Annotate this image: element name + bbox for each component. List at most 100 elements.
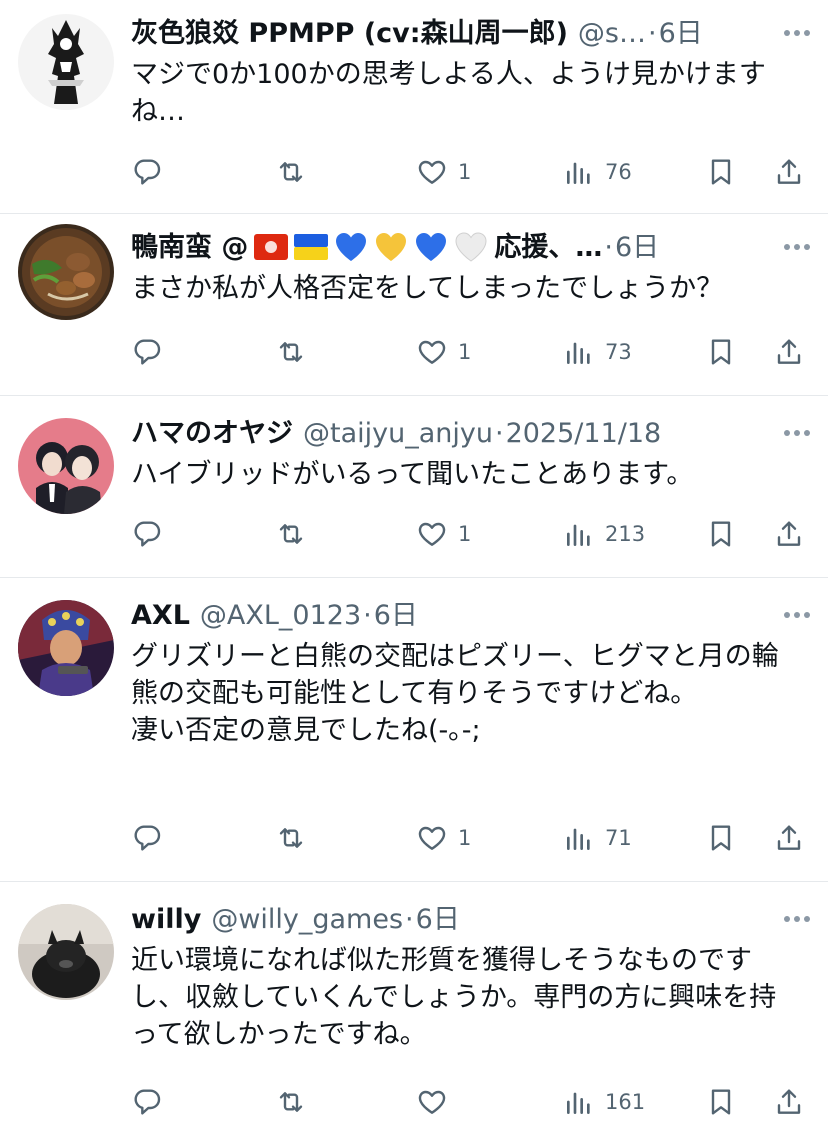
display-name-suffix[interactable]: 応援、… (494, 228, 602, 268)
share-icon (773, 518, 805, 550)
user-handle[interactable]: @s… (578, 14, 646, 54)
more-dots-icon[interactable] (770, 600, 810, 630)
views-bar-chart-icon (563, 518, 595, 550)
reply-feed: 灰色狼㸚 PPMPP (cv:森山周一郎) @s… · 6日 マジで0か100か… (0, 0, 828, 1138)
share-icon (773, 336, 805, 368)
views-button[interactable]: 71 (563, 818, 632, 858)
retweet-button[interactable] (275, 332, 307, 372)
action-bar: 1 213 (131, 514, 810, 554)
blue-heart-icon (416, 232, 447, 261)
display-name[interactable]: AXL (131, 596, 190, 636)
bookmark-button[interactable] (705, 1082, 737, 1122)
separator-dot: · (494, 418, 504, 449)
share-button[interactable] (773, 152, 805, 192)
views-bar-chart-icon (563, 822, 595, 854)
blue-heart-icon (336, 232, 367, 261)
timestamp[interactable]: 2025/11/18 (506, 414, 662, 454)
tweet-item[interactable]: AXL @AXL_0123 · 6日 グリズリーと白熊の交配はピズリー、ヒグマと… (0, 578, 828, 882)
bookmark-button[interactable] (705, 818, 737, 858)
bookmark-button[interactable] (705, 514, 737, 554)
view-count: 71 (605, 826, 632, 850)
views-bar-chart-icon (563, 1086, 595, 1118)
share-button[interactable] (773, 332, 805, 372)
retweet-icon (275, 1086, 307, 1118)
display-name[interactable]: 鴨南蛮 @ (131, 228, 248, 268)
ukraine-flag-icon (294, 233, 329, 260)
display-name[interactable]: 灰色狼㸚 PPMPP (cv:森山周一郎) (131, 14, 568, 54)
reply-button[interactable] (131, 152, 163, 192)
yellow-heart-icon (376, 232, 407, 261)
separator-dot: · (647, 18, 657, 49)
timestamp[interactable]: 6日 (374, 596, 418, 636)
user-handle[interactable]: @taijyu_anjyu (303, 414, 493, 454)
retweet-icon (275, 336, 307, 368)
tweet-text: 近い環境になれば似た形質を獲得しそうなものですし、収斂していくんでしょうか。専門… (131, 945, 777, 1050)
avatar[interactable] (18, 418, 114, 514)
tweet-item[interactable]: willy @willy_games · 6日 近い環境になれば似た形質を獲得し… (0, 882, 828, 1138)
heart-icon (416, 518, 448, 550)
retweet-button[interactable] (275, 152, 307, 192)
bookmark-button[interactable] (705, 332, 737, 372)
tweet-item[interactable]: 鴨南蛮 @ 応援、… · 6日 まさか私が人格否定をしてしまったでしょうか？ 1 (0, 214, 828, 396)
share-button[interactable] (773, 818, 805, 858)
more-dots-icon[interactable] (770, 904, 810, 934)
views-button[interactable]: 73 (563, 332, 632, 372)
user-handle[interactable]: @willy_games (211, 900, 403, 940)
share-button[interactable] (773, 514, 805, 554)
user-handle[interactable]: @AXL_0123 (200, 596, 361, 636)
like-count: 1 (458, 826, 472, 850)
more-dots-icon[interactable] (770, 18, 810, 48)
tweet-item[interactable]: 灰色狼㸚 PPMPP (cv:森山周一郎) @s… · 6日 マジで0か100か… (0, 0, 828, 214)
avatar[interactable] (18, 600, 114, 696)
like-button[interactable]: 1 (416, 514, 471, 554)
avatar[interactable] (18, 14, 114, 110)
retweet-icon (275, 518, 307, 550)
display-name[interactable]: willy (131, 900, 201, 940)
heart-icon (416, 1086, 448, 1118)
like-button[interactable]: 1 (416, 152, 471, 192)
timestamp[interactable]: 6日 (659, 14, 703, 54)
white-heart-icon (455, 231, 487, 262)
reply-button[interactable] (131, 514, 163, 554)
bookmark-icon (705, 1086, 737, 1118)
name-emojis (254, 228, 494, 268)
timestamp[interactable]: 6日 (416, 900, 460, 940)
views-button[interactable]: 76 (563, 152, 632, 192)
tweet-text: マジで0か100かの思考しよる人、ようけ見かけますね… (131, 59, 766, 127)
tweet-item[interactable]: ハマのオヤジ @taijyu_anjyu · 2025/11/18 ハイブリッド… (0, 396, 828, 578)
share-icon (773, 822, 805, 854)
reply-button[interactable] (131, 818, 163, 858)
separator-dot: · (405, 904, 414, 935)
retweet-button[interactable] (275, 514, 307, 554)
action-bar: 1 73 (131, 332, 810, 372)
timestamp[interactable]: 6日 (615, 228, 659, 268)
bookmark-icon (705, 518, 737, 550)
heart-icon (416, 822, 448, 854)
avatar[interactable] (18, 904, 114, 1000)
reply-icon (131, 518, 163, 550)
views-button[interactable]: 161 (563, 1082, 645, 1122)
like-button[interactable] (416, 1082, 458, 1122)
action-bar: 1 76 (131, 152, 810, 192)
reply-icon (131, 822, 163, 854)
retweet-button[interactable] (275, 1082, 307, 1122)
share-button[interactable] (773, 1082, 805, 1122)
like-button[interactable]: 1 (416, 818, 471, 858)
view-count: 213 (605, 522, 646, 546)
reply-button[interactable] (131, 1082, 163, 1122)
retweet-button[interactable] (275, 818, 307, 858)
display-name[interactable]: ハマのオヤジ (131, 414, 293, 454)
view-count: 76 (605, 160, 632, 184)
like-button[interactable]: 1 (416, 332, 471, 372)
bookmark-button[interactable] (705, 152, 737, 192)
avatar[interactable] (18, 224, 114, 320)
more-dots-icon[interactable] (770, 418, 810, 448)
retweet-icon (275, 822, 307, 854)
reply-button[interactable] (131, 332, 163, 372)
share-icon (773, 156, 805, 188)
retweet-icon (275, 156, 307, 188)
more-dots-icon[interactable] (770, 232, 810, 262)
bookmark-icon (705, 156, 737, 188)
heart-icon (416, 156, 448, 188)
views-button[interactable]: 213 (563, 514, 645, 554)
